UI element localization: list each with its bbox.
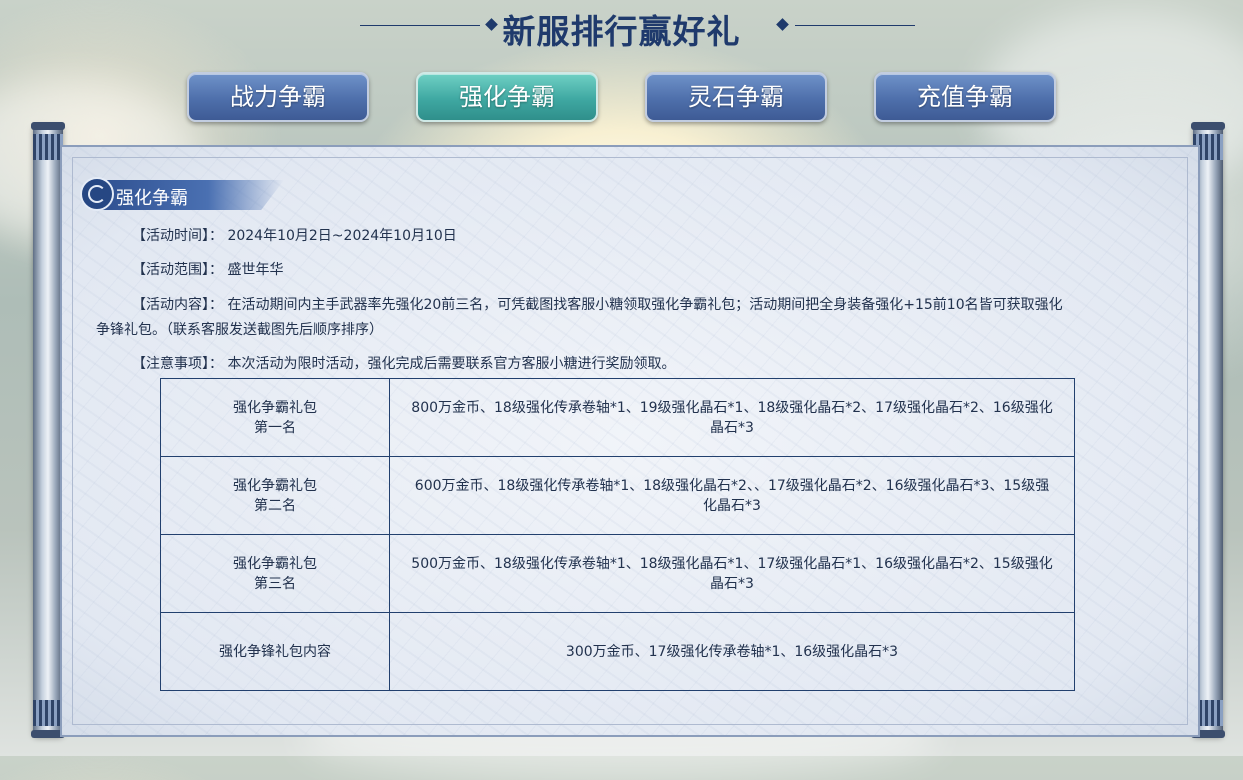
reward-rank: 第三名 — [254, 575, 296, 592]
reward-name-cell: 强化争霸礼包 第一名 — [160, 378, 390, 457]
section-title: 强化争霸 — [116, 188, 188, 209]
tab-enhance[interactable]: 强化争霸 — [416, 72, 598, 122]
cloud-swirl-icon — [80, 177, 114, 211]
activity-content: 【活动内容】： 在活动期间内主手武器率先强化20前三名，可凭截图找客服小糖领取强… — [132, 293, 1063, 317]
table-row: 强化争霸礼包 第一名 800万金币、18级强化传承卷轴*1、19级强化晶石*1、… — [160, 378, 1075, 457]
reward-name: 强化争霸礼包 — [233, 477, 317, 494]
title-banner: 新服排行赢好礼 — [0, 0, 1243, 60]
reward-name: 强化争霸礼包 — [233, 555, 317, 572]
reward-name-cell: 强化争霸礼包 第二名 — [160, 456, 390, 535]
activity-note: 【注意事项】： 本次活动为限时活动，强化完成后需要联系官方客服小糖进行奖励领取。 — [132, 352, 675, 376]
reward-name-cell: 强化争霸礼包 第三名 — [160, 534, 390, 613]
reward-table: 强化争霸礼包 第一名 800万金币、18级强化传承卷轴*1、19级强化晶石*1、… — [160, 378, 1075, 691]
reward-items-cell: 300万金币、17级强化传承卷轴*1、16级强化晶石*3 — [389, 612, 1075, 691]
activity-time: 【活动时间】： 2024年10月2日~2024年10月10日 — [132, 224, 457, 248]
reward-items: 300万金币、17级强化传承卷轴*1、16级强化晶石*3 — [565, 643, 899, 660]
reward-rank: 第二名 — [254, 497, 296, 514]
reward-name: 强化争锋礼包内容 — [219, 643, 331, 660]
table-row: 强化争霸礼包 第三名 500万金币、18级强化传承卷轴*1、18级强化晶石*1、… — [160, 534, 1075, 613]
reward-name-cell: 强化争锋礼包内容 — [160, 612, 390, 691]
tab-recharge[interactable]: 充值争霸 — [874, 72, 1056, 122]
reward-items: 500万金币、18级强化传承卷轴*1、18级强化晶石*1、17级强化晶石*1、1… — [411, 555, 1053, 572]
activity-scope-value: 盛世年华 — [227, 262, 284, 278]
reward-items-cell: 500万金币、18级强化传承卷轴*1、18级强化晶石*1、17级强化晶石*1、1… — [389, 534, 1075, 613]
reward-items-cont: 化晶石*3 — [703, 497, 761, 514]
table-row: 强化争霸礼包 第二名 600万金币、18级强化传承卷轴*1、18级强化晶石*2、… — [160, 456, 1075, 535]
activity-note-value: 本次活动为限时活动，强化完成后需要联系官方客服小糖进行奖励领取。 — [227, 356, 676, 372]
activity-content-line1: 在活动期间内主手武器率先强化20前三名，可凭截图找客服小糖领取强化争霸礼包；活动… — [227, 297, 1063, 313]
page-title: 新服排行赢好礼 — [502, 12, 741, 51]
reward-items-cont: 晶石*3 — [710, 575, 754, 592]
activity-note-label: 【注意事项】： — [132, 356, 223, 372]
reward-items-cont: 晶石*3 — [710, 419, 754, 436]
reward-rank: 第一名 — [254, 419, 296, 436]
scroll-roller-left — [31, 122, 65, 738]
activity-content-cont: 争锋礼包。（联系客服发送截图先后顺序排序） — [96, 318, 383, 342]
reward-items-cell: 800万金币、18级强化传承卷轴*1、19级强化晶石*1、18级强化晶石*2、1… — [389, 378, 1075, 457]
tab-spirit-stone[interactable]: 灵石争霸 — [645, 72, 827, 122]
reward-items: 800万金币、18级强化传承卷轴*1、19级强化晶石*1、18级强化晶石*2、1… — [411, 399, 1053, 416]
reward-name: 强化争霸礼包 — [233, 399, 317, 416]
table-row: 强化争锋礼包内容 300万金币、17级强化传承卷轴*1、16级强化晶石*3 — [160, 612, 1075, 691]
activity-time-label: 【活动时间】： — [132, 228, 223, 244]
title-rule-right — [795, 25, 915, 26]
activity-time-value: 2024年10月2日~2024年10月10日 — [227, 228, 457, 244]
reward-items: 600万金币、18级强化传承卷轴*1、18级强化晶石*2、、17级强化晶石*2、… — [414, 477, 1050, 494]
activity-content-line2: 争锋礼包。（联系客服发送截图先后顺序排序） — [96, 322, 383, 338]
tab-power[interactable]: 战力争霸 — [187, 72, 369, 122]
reward-items-cell: 600万金币、18级强化传承卷轴*1、18级强化晶石*2、、17级强化晶石*2、… — [389, 456, 1075, 535]
activity-content-label: 【活动内容】： — [132, 297, 223, 313]
activity-scope: 【活动范围】： 盛世年华 — [132, 258, 283, 282]
activity-scope-label: 【活动范围】： — [132, 262, 223, 278]
